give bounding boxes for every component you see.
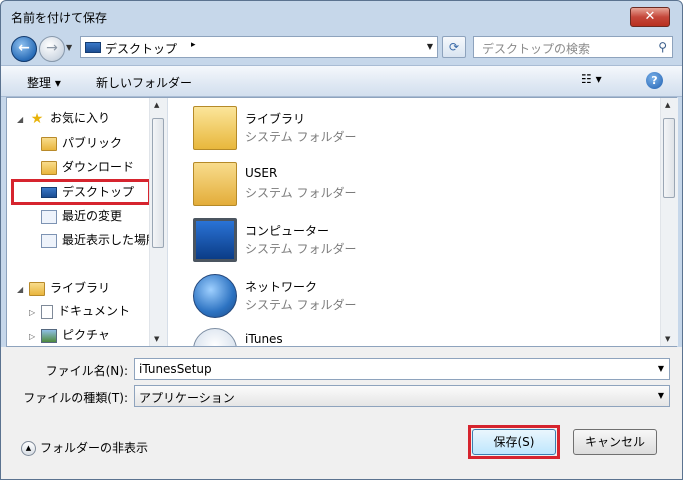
nav-label: ダウンロード [62, 160, 135, 174]
expand-library-icon[interactable]: ◢ [17, 285, 23, 294]
nav-scrollbar[interactable]: ▲ ▼ [149, 98, 167, 346]
scroll-thumb[interactable] [663, 118, 675, 198]
filename-value[interactable]: iTunesSetup [139, 362, 212, 376]
scroll-down-icon[interactable]: ▼ [665, 335, 670, 343]
save-options-panel: ファイル名(N): iTunesSetup ▼ ファイルの種類(T): アプリケ… [1, 347, 682, 479]
refresh-button[interactable]: ⟳ [442, 36, 466, 58]
chevron-up-icon: ▲ [21, 441, 36, 456]
address-row: ← → ▼ デスクトップ ▸ ▼ ⟳ デスクトップの検索 ⚲ [1, 31, 682, 63]
browser-pane: ◢ ★ お気に入り パブリック ダウンロード デスクトップ 最近の変更 最近表示し… [6, 97, 678, 347]
recent-places-icon [41, 233, 57, 248]
scroll-up-icon[interactable]: ▲ [665, 101, 670, 109]
search-icon[interactable]: ⚲ [658, 40, 667, 54]
nav-item-recent-places[interactable]: 最近表示した場所 [41, 230, 158, 250]
forward-button[interactable]: → [39, 36, 65, 62]
scroll-thumb[interactable] [152, 118, 164, 248]
address-path[interactable]: デスクトップ [105, 40, 177, 57]
scroll-down-icon[interactable]: ▼ [154, 335, 159, 343]
network-icon [193, 274, 237, 318]
library-icon [193, 106, 237, 150]
star-icon: ★ [30, 110, 44, 127]
filetype-label: ファイルの種類(T): [23, 391, 128, 405]
file-name: コンピューター [245, 224, 330, 238]
user-folder-icon [193, 162, 237, 206]
new-folder-button[interactable]: 新しいフォルダー [96, 74, 192, 91]
nav-label: ドキュメント [58, 304, 131, 318]
back-button[interactable]: ← [11, 36, 37, 62]
file-type: システム フォルダー [245, 130, 357, 144]
file-name: USER [245, 166, 278, 180]
nav-item-downloads[interactable]: ダウンロード [41, 157, 134, 177]
nav-item-documents[interactable]: ドキュメント [41, 301, 130, 321]
nav-label: 最近の変更 [62, 209, 123, 223]
breadcrumb-arrow-icon[interactable]: ▸ [191, 40, 196, 50]
nav-item-recent-changes[interactable]: 最近の変更 [41, 206, 122, 226]
filename-label: ファイル名(N): [45, 364, 128, 378]
hide-folders-label: フォルダーの非表示 [40, 441, 149, 455]
nav-favorites[interactable]: ★ お気に入り [29, 108, 110, 128]
file-type: システム フォルダー [245, 242, 357, 256]
nav-label: パブリック [62, 136, 123, 150]
file-name: iTunes [245, 332, 283, 346]
nav-label: お気に入り [50, 111, 111, 125]
help-icon[interactable]: ? [646, 72, 663, 89]
file-type: システム フォルダー [245, 298, 357, 312]
save-button[interactable]: 保存(S) [472, 429, 556, 455]
filename-dropdown-icon[interactable]: ▼ [658, 364, 664, 373]
file-list-scrollbar[interactable]: ▲ ▼ [660, 98, 678, 346]
nav-label: ライブラリ [50, 281, 111, 295]
picture-icon [41, 328, 57, 343]
address-bar[interactable]: デスクトップ ▸ ▼ [80, 36, 438, 58]
navigation-pane: ◢ ★ お気に入り パブリック ダウンロード デスクトップ 最近の変更 最近表示し… [7, 98, 168, 346]
scroll-up-icon[interactable]: ▲ [154, 101, 159, 109]
folder-icon [41, 136, 57, 151]
view-options-icon[interactable]: ☷ ▾ [581, 72, 613, 90]
nav-library[interactable]: ライブラリ [29, 278, 110, 298]
cancel-button[interactable]: キャンセル [573, 429, 657, 455]
organize-menu[interactable]: 整理 ▾ [27, 74, 61, 91]
nav-label: 最近表示した場所 [62, 233, 159, 247]
expand-favorites-icon[interactable]: ◢ [17, 115, 23, 124]
computer-icon [193, 218, 237, 262]
nav-item-public[interactable]: パブリック [41, 133, 122, 153]
file-type: システム フォルダー [245, 186, 357, 200]
close-button[interactable]: ✕ [630, 7, 670, 27]
save-as-dialog: 名前を付けて保存 ✕ ← → ▼ デスクトップ ▸ ▼ ⟳ デスクトップの検索 … [0, 0, 683, 480]
expand-documents-icon[interactable]: ▷ [29, 308, 35, 317]
search-placeholder[interactable]: デスクトップの検索 [482, 40, 590, 57]
desktop-highlight-box [11, 179, 151, 205]
download-folder-icon [41, 160, 57, 175]
command-toolbar: 整理 ▾ 新しいフォルダー ☷ ▾ ? [1, 65, 682, 97]
nav-label: ピクチャ [62, 328, 110, 342]
recent-icon [41, 209, 57, 224]
document-icon [41, 304, 53, 319]
nav-item-pictures[interactable]: ピクチャ [41, 325, 110, 345]
hide-folders-toggle[interactable]: ▲ フォルダーの非表示 [21, 439, 148, 456]
file-list: ライブラリ システム フォルダー USER システム フォルダー コンピューター… [173, 98, 658, 346]
file-name: ライブラリ [245, 112, 306, 126]
search-box[interactable]: デスクトップの検索 ⚲ [473, 36, 673, 58]
expand-pictures-icon[interactable]: ▷ [29, 332, 35, 341]
title-bar: 名前を付けて保存 ✕ [1, 1, 682, 31]
address-dropdown-icon[interactable]: ▼ [427, 42, 433, 51]
file-name: ネットワーク [245, 280, 318, 294]
filetype-value[interactable]: アプリケーション [139, 389, 235, 406]
filetype-dropdown-icon[interactable]: ▼ [658, 391, 664, 400]
filetype-select[interactable]: アプリケーション ▼ [134, 385, 670, 407]
window-title: 名前を付けて保存 [11, 11, 108, 25]
itunes-icon [193, 328, 237, 346]
filename-input[interactable]: iTunesSetup ▼ [134, 358, 670, 380]
recent-pages-dropdown[interactable]: ▼ [66, 43, 72, 52]
desktop-icon [85, 42, 101, 53]
library-icon [29, 281, 45, 296]
